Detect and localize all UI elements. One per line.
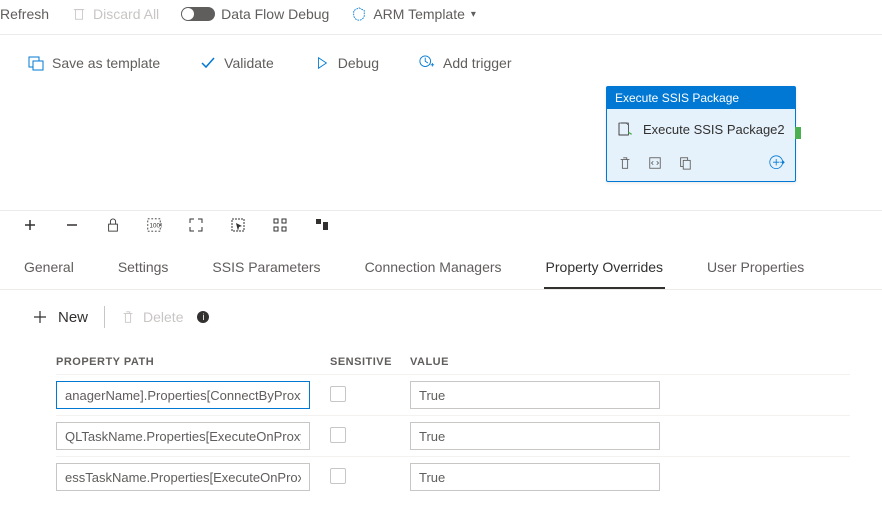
header-value: VALUE [410, 356, 660, 368]
zoom-reset-icon[interactable]: 100% [146, 217, 162, 233]
fit-to-screen-icon[interactable] [188, 217, 204, 233]
activity-success-port[interactable] [795, 127, 801, 139]
trash-icon [121, 310, 135, 324]
value-input[interactable] [410, 463, 660, 491]
property-path-input[interactable] [56, 422, 310, 450]
debug-play-icon [314, 55, 330, 71]
code-view-icon[interactable] [647, 155, 663, 171]
refresh-button[interactable]: Refresh [0, 6, 49, 22]
data-flow-debug-toggle[interactable]: Data Flow Debug [181, 6, 329, 22]
svg-text:100%: 100% [150, 223, 162, 230]
property-overrides-table: PROPERTY PATH SENSITIVE VALUE [0, 332, 882, 497]
activity-node[interactable]: Execute SSIS Package Execute SSIS Packag… [606, 86, 796, 182]
zoom-in-icon[interactable] [22, 217, 38, 233]
add-trigger-label: Add trigger [443, 55, 511, 71]
tab-user-properties[interactable]: User Properties [705, 253, 806, 289]
table-row [56, 374, 850, 415]
layout-icon[interactable] [314, 217, 330, 233]
delete-button[interactable]: Delete [121, 309, 183, 325]
panel-actions: New Delete i [0, 290, 882, 332]
info-icon[interactable]: i [197, 311, 209, 323]
discard-label: Discard All [93, 6, 159, 22]
auto-align-icon[interactable] [272, 217, 288, 233]
property-path-input[interactable] [56, 463, 310, 491]
tab-settings[interactable]: Settings [116, 253, 171, 289]
save-template-label: Save as template [52, 55, 160, 71]
canvas-toolbar: 100% [0, 211, 882, 243]
arm-template-dropdown[interactable]: ARM Template ▾ [351, 6, 476, 22]
sensitive-checkbox[interactable] [330, 468, 346, 484]
tab-connection-managers[interactable]: Connection Managers [363, 253, 504, 289]
debug-label: Debug [338, 55, 379, 71]
discard-icon [71, 6, 87, 22]
delete-activity-icon[interactable] [617, 155, 633, 171]
select-mode-icon[interactable] [230, 217, 246, 233]
toggle-switch[interactable] [181, 7, 215, 21]
header-property-path: PROPERTY PATH [56, 356, 330, 368]
validate-button[interactable]: Validate [200, 55, 274, 71]
pipeline-action-bar: Save as template Validate Debug Add trig… [0, 35, 882, 91]
sensitive-checkbox[interactable] [330, 427, 346, 443]
value-input[interactable] [410, 422, 660, 450]
value-input[interactable] [410, 381, 660, 409]
table-row [56, 415, 850, 456]
discard-all-button[interactable]: Discard All [71, 6, 159, 22]
activity-type-header: Execute SSIS Package [607, 87, 795, 109]
zoom-out-icon[interactable] [64, 217, 80, 233]
arm-icon [351, 6, 367, 22]
tab-property-overrides[interactable]: Property Overrides [544, 253, 665, 289]
activity-name: Execute SSIS Package2 [643, 122, 785, 137]
new-button[interactable]: New [32, 309, 88, 326]
delete-label: Delete [143, 309, 183, 325]
activity-tabs: General Settings SSIS Parameters Connect… [0, 243, 882, 290]
lock-icon[interactable] [106, 218, 120, 232]
chevron-down-icon: ▾ [471, 9, 476, 20]
activity-body: Execute SSIS Package2 [607, 109, 795, 149]
pipeline-canvas[interactable]: Execute SSIS Package Execute SSIS Packag… [0, 91, 882, 211]
copy-activity-icon[interactable] [677, 155, 693, 171]
ssis-package-icon [617, 121, 633, 137]
table-header: PROPERTY PATH SENSITIVE VALUE [56, 350, 850, 374]
property-path-input[interactable] [56, 381, 310, 409]
save-as-template-button[interactable]: Save as template [28, 55, 160, 71]
refresh-label: Refresh [0, 6, 49, 22]
table-row [56, 456, 850, 497]
save-template-icon [28, 55, 44, 71]
debug-button[interactable]: Debug [314, 55, 379, 71]
debug-toggle-label: Data Flow Debug [221, 6, 329, 22]
validate-icon [200, 55, 216, 71]
new-label: New [58, 309, 88, 326]
add-output-icon[interactable] [769, 155, 785, 171]
validate-label: Validate [224, 55, 274, 71]
add-trigger-icon [419, 55, 435, 71]
top-menu-bar: Refresh Discard All Data Flow Debug ARM … [0, 0, 882, 35]
separator [104, 306, 105, 328]
add-trigger-button[interactable]: Add trigger [419, 55, 511, 71]
activity-footer [607, 149, 795, 181]
arm-label: ARM Template [373, 6, 465, 22]
tab-general[interactable]: General [22, 253, 76, 289]
sensitive-checkbox[interactable] [330, 386, 346, 402]
header-sensitive: SENSITIVE [330, 356, 410, 368]
plus-icon [32, 309, 48, 325]
tab-ssis-parameters[interactable]: SSIS Parameters [210, 253, 322, 289]
